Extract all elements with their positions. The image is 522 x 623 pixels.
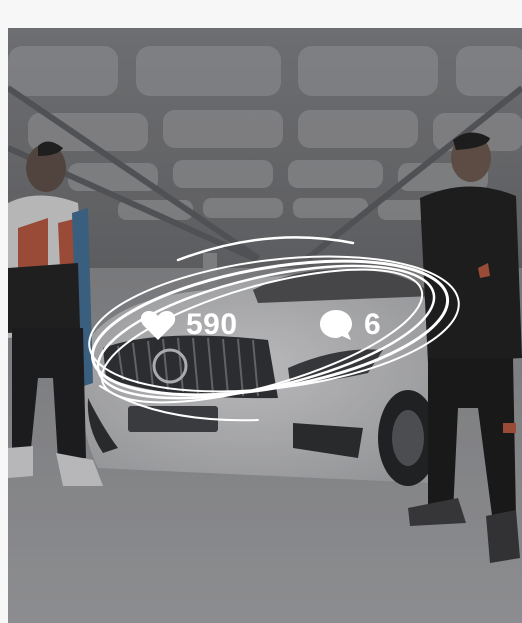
comments-count: 6 <box>364 308 382 341</box>
likes-count: 590 <box>186 308 238 341</box>
likes-stat: 590 <box>140 308 238 342</box>
top-bar <box>0 0 522 28</box>
speech-bubble-icon <box>320 310 352 340</box>
scribble-circle <box>88 236 460 422</box>
post-thumbnail[interactable]: 590 6 <box>8 28 522 623</box>
heart-icon <box>140 311 176 340</box>
comments-stat: 6 <box>318 308 381 342</box>
